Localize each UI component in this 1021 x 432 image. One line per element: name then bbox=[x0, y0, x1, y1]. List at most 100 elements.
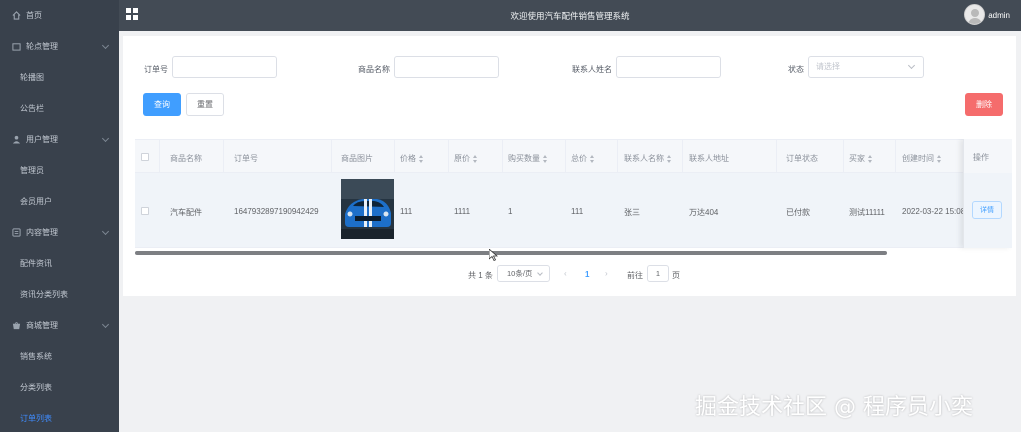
menu-label: 配件资讯 bbox=[20, 259, 52, 268]
menu-item-orders[interactable]: 订单列表 bbox=[0, 403, 119, 432]
delete-button[interactable]: 删除 bbox=[965, 93, 1003, 116]
detail-button[interactable]: 详情 bbox=[972, 201, 1002, 219]
next-page-icon[interactable]: › bbox=[605, 269, 608, 278]
col-buyer-label: 买家 bbox=[849, 154, 865, 163]
column-divider bbox=[843, 140, 844, 174]
col-quantity[interactable]: 购买数量 bbox=[508, 153, 548, 164]
menu-label: 分类列表 bbox=[20, 383, 52, 392]
menu-label: 用户管理 bbox=[26, 135, 58, 144]
menu-label: 轮点管理 bbox=[26, 42, 58, 51]
column-divider bbox=[502, 140, 503, 174]
sidebar: 首页 轮点管理 轮播图 公告栏 用户管理 管理员 会员用户 内容管理 配件资讯 … bbox=[0, 0, 119, 432]
cell-contact-name: 张三 bbox=[624, 208, 640, 217]
menu-label: 管理员 bbox=[20, 166, 44, 175]
orders-table: 商品名称 订单号 商品图片 价格 原价 购买数量 总价 联系人名称 联系人地址 … bbox=[135, 139, 1012, 255]
col-original-price[interactable]: 原价 bbox=[454, 153, 478, 164]
sort-icon[interactable] bbox=[473, 154, 478, 163]
goto-page-input[interactable]: 1 bbox=[647, 265, 669, 282]
col-buyer[interactable]: 买家 bbox=[849, 153, 873, 164]
col-order-no: 订单号 bbox=[234, 154, 258, 163]
col-order-status: 订单状态 bbox=[786, 154, 818, 163]
cell-total: 111 bbox=[571, 207, 584, 216]
delete-button-label: 删除 bbox=[976, 100, 992, 109]
product-image[interactable] bbox=[341, 179, 394, 239]
horizontal-scrollbar[interactable] bbox=[135, 251, 887, 255]
contact-name-label: 联系人姓名 bbox=[572, 65, 612, 74]
col-total[interactable]: 总价 bbox=[571, 153, 595, 164]
col-product-name: 商品名称 bbox=[170, 154, 202, 163]
status-placeholder: 请选择 bbox=[816, 62, 840, 71]
actions-header: 操作 bbox=[964, 139, 1012, 173]
sort-icon[interactable] bbox=[419, 154, 424, 163]
col-price-label: 价格 bbox=[400, 154, 416, 163]
table-row[interactable]: 汽车配件 1647932897190942429 111 1111 1 111 … bbox=[135, 173, 1012, 248]
page-size-select[interactable]: 10条/页 bbox=[497, 265, 550, 282]
menu-item-news-categories[interactable]: 资讯分类列表 bbox=[0, 279, 119, 310]
col-price[interactable]: 价格 bbox=[400, 153, 424, 164]
sort-icon[interactable] bbox=[590, 154, 595, 163]
content-icon bbox=[11, 228, 21, 238]
column-divider bbox=[895, 140, 896, 174]
row-checkbox[interactable] bbox=[141, 207, 149, 215]
status-select[interactable]: 请选择 bbox=[808, 56, 924, 78]
column-divider bbox=[776, 140, 777, 174]
chevron-down-icon bbox=[537, 270, 543, 276]
sort-icon[interactable] bbox=[543, 154, 548, 163]
menu-item-categories[interactable]: 分类列表 bbox=[0, 372, 119, 403]
menu-group-slides[interactable]: 轮点管理 bbox=[0, 31, 119, 62]
cell-created-time: 2022-03-22 15:08:1 bbox=[902, 207, 972, 216]
sort-icon[interactable] bbox=[937, 154, 942, 163]
menu-home[interactable]: 首页 bbox=[0, 0, 119, 31]
cell-contact-address: 万达404 bbox=[689, 208, 719, 217]
menu-group-users[interactable]: 用户管理 bbox=[0, 124, 119, 155]
col-contact-name-label: 联系人名称 bbox=[624, 154, 664, 163]
menu-label: 轮播图 bbox=[20, 73, 44, 82]
menu-group-shop[interactable]: 商城管理 bbox=[0, 310, 119, 341]
actions-column: 操作 详情 bbox=[963, 139, 1012, 248]
table-header: 商品名称 订单号 商品图片 价格 原价 购买数量 总价 联系人名称 联系人地址 … bbox=[135, 139, 1012, 174]
page-size-value: 10条/页 bbox=[507, 269, 533, 278]
reset-button[interactable]: 重置 bbox=[186, 93, 224, 116]
menu-item-members[interactable]: 会员用户 bbox=[0, 186, 119, 217]
sort-icon[interactable] bbox=[667, 154, 672, 163]
column-divider bbox=[223, 140, 224, 174]
cell-original-price: 1111 bbox=[454, 207, 471, 216]
cell-price: 111 bbox=[400, 207, 413, 216]
query-button[interactable]: 查询 bbox=[143, 93, 181, 116]
column-divider bbox=[394, 140, 395, 174]
menu-item-sales[interactable]: 销售系统 bbox=[0, 341, 119, 372]
username[interactable]: admin bbox=[988, 11, 1010, 20]
current-page[interactable]: 1 bbox=[585, 270, 589, 279]
cell-order-status: 已付款 bbox=[786, 208, 810, 217]
contact-name-input[interactable] bbox=[616, 56, 721, 78]
column-divider bbox=[565, 140, 566, 174]
chevron-down-icon bbox=[101, 134, 110, 143]
col-contact-name[interactable]: 联系人名称 bbox=[624, 153, 672, 164]
menu-item-carousel[interactable]: 轮播图 bbox=[0, 62, 119, 93]
product-name-label: 商品名称 bbox=[358, 65, 390, 74]
app-title: 欢迎使用汽车配件销售管理系统 bbox=[510, 11, 630, 21]
menu-label: 内容管理 bbox=[26, 228, 58, 237]
menu-item-admins[interactable]: 管理员 bbox=[0, 155, 119, 186]
folder-icon bbox=[11, 42, 21, 52]
select-all-checkbox[interactable] bbox=[141, 153, 149, 161]
prev-page-icon[interactable]: ‹ bbox=[564, 269, 567, 278]
menu-item-notice[interactable]: 公告栏 bbox=[0, 93, 119, 124]
menu-item-parts-news[interactable]: 配件资讯 bbox=[0, 248, 119, 279]
menu-label: 订单列表 bbox=[20, 414, 52, 423]
watermark: 掘金技术社区 @ 程序员小奕 bbox=[695, 395, 973, 420]
order-no-input[interactable] bbox=[172, 56, 277, 78]
user-icon bbox=[11, 135, 21, 145]
column-divider bbox=[331, 140, 332, 174]
page-suffix: 页 bbox=[672, 271, 680, 280]
col-original-price-label: 原价 bbox=[454, 154, 470, 163]
product-name-input[interactable] bbox=[394, 56, 499, 78]
chevron-down-icon bbox=[101, 227, 110, 236]
avatar[interactable] bbox=[964, 4, 985, 25]
col-created-time[interactable]: 创建时间 bbox=[902, 153, 942, 164]
menu-label: 会员用户 bbox=[20, 197, 52, 206]
col-quantity-label: 购买数量 bbox=[508, 154, 540, 163]
sort-icon[interactable] bbox=[868, 154, 873, 163]
cell-quantity: 1 bbox=[508, 207, 513, 216]
menu-group-content[interactable]: 内容管理 bbox=[0, 217, 119, 248]
